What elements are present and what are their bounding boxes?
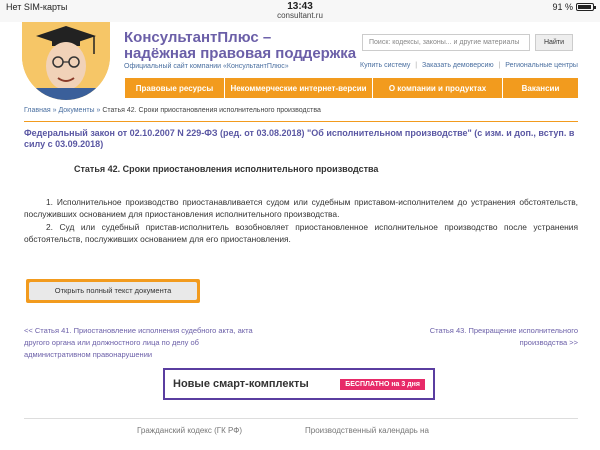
nav-item-noncommercial[interactable]: Некоммерческие интернет-версии [225,78,373,98]
battery-percent: 91 % [552,2,573,12]
next-article-link[interactable]: Статья 43. Прекращение исполнительного п… [398,325,578,349]
address-url[interactable]: consultant.ru [0,11,600,20]
banner-badge: БЕСПЛАТНО на 3 дня [340,378,425,390]
brand-subtitle[interactable]: Официальный сайт компании «КонсультантПл… [124,63,289,70]
top-link-separator: | [415,62,418,69]
promo-banner[interactable]: Новые смарт-комплекты БЕСПЛАТНО на 3 дня [163,368,435,400]
divider [24,418,578,419]
breadcrumb-home[interactable]: Главная [24,107,51,114]
top-links: Купить систему | Заказать демоверсию | Р… [360,62,578,69]
battery-indicator: 91 % [552,2,596,12]
breadcrumb-documents[interactable]: Документы [58,107,94,114]
main-nav: Правовые ресурсы Некоммерческие интернет… [125,78,578,98]
consultant-logo[interactable] [22,22,110,100]
top-link-separator: | [498,62,501,69]
banner-title: Новые смарт-комплекты [173,378,309,390]
breadcrumb: Главная » Документы » Статья 42. Сроки п… [24,107,321,114]
search-button[interactable]: Найти [535,34,573,51]
open-full-text-frame: Открыть полный текст документа [26,279,200,303]
article-paragraph: 2. Суд или судебный пристав-исполнитель … [24,222,578,244]
nav-item-about[interactable]: О компании и продуктах [373,78,503,98]
divider [24,121,578,122]
article-title: Статья 42. Сроки приостановления исполни… [74,164,379,174]
footer-link-calendar[interactable]: Производственный календарь на [305,426,429,435]
status-bar: Нет SIM-карты 13:43 consultant.ru 91 % [0,0,600,22]
top-link-regions[interactable]: Региональные центры [505,62,578,69]
document-title: Федеральный закон от 02.10.2007 N 229-ФЗ… [24,128,575,149]
nav-item-legal-resources[interactable]: Правовые ресурсы [125,78,225,98]
article-paragraph: 1. Исполнительное производство приостана… [24,197,578,219]
search-input[interactable]: Поиск: кодексы, законы... и другие матер… [362,34,530,51]
open-full-text-button[interactable]: Открыть полный текст документа [29,282,197,300]
battery-icon [576,3,596,11]
prev-article-link[interactable]: << Статья 41. Приостановление исполнения… [24,325,254,361]
nav-item-vacancies[interactable]: Вакансии [503,78,578,98]
brand-title[interactable]: КонсультантПлюс – надёжная правовая подд… [124,30,356,62]
top-link-demo[interactable]: Заказать демоверсию [422,62,494,69]
breadcrumb-current: Статья 42. Сроки приостановления исполни… [102,107,321,114]
footer-link-civil-code[interactable]: Гражданский кодекс (ГК РФ) [137,426,242,435]
top-link-buy[interactable]: Купить систему [360,62,410,69]
